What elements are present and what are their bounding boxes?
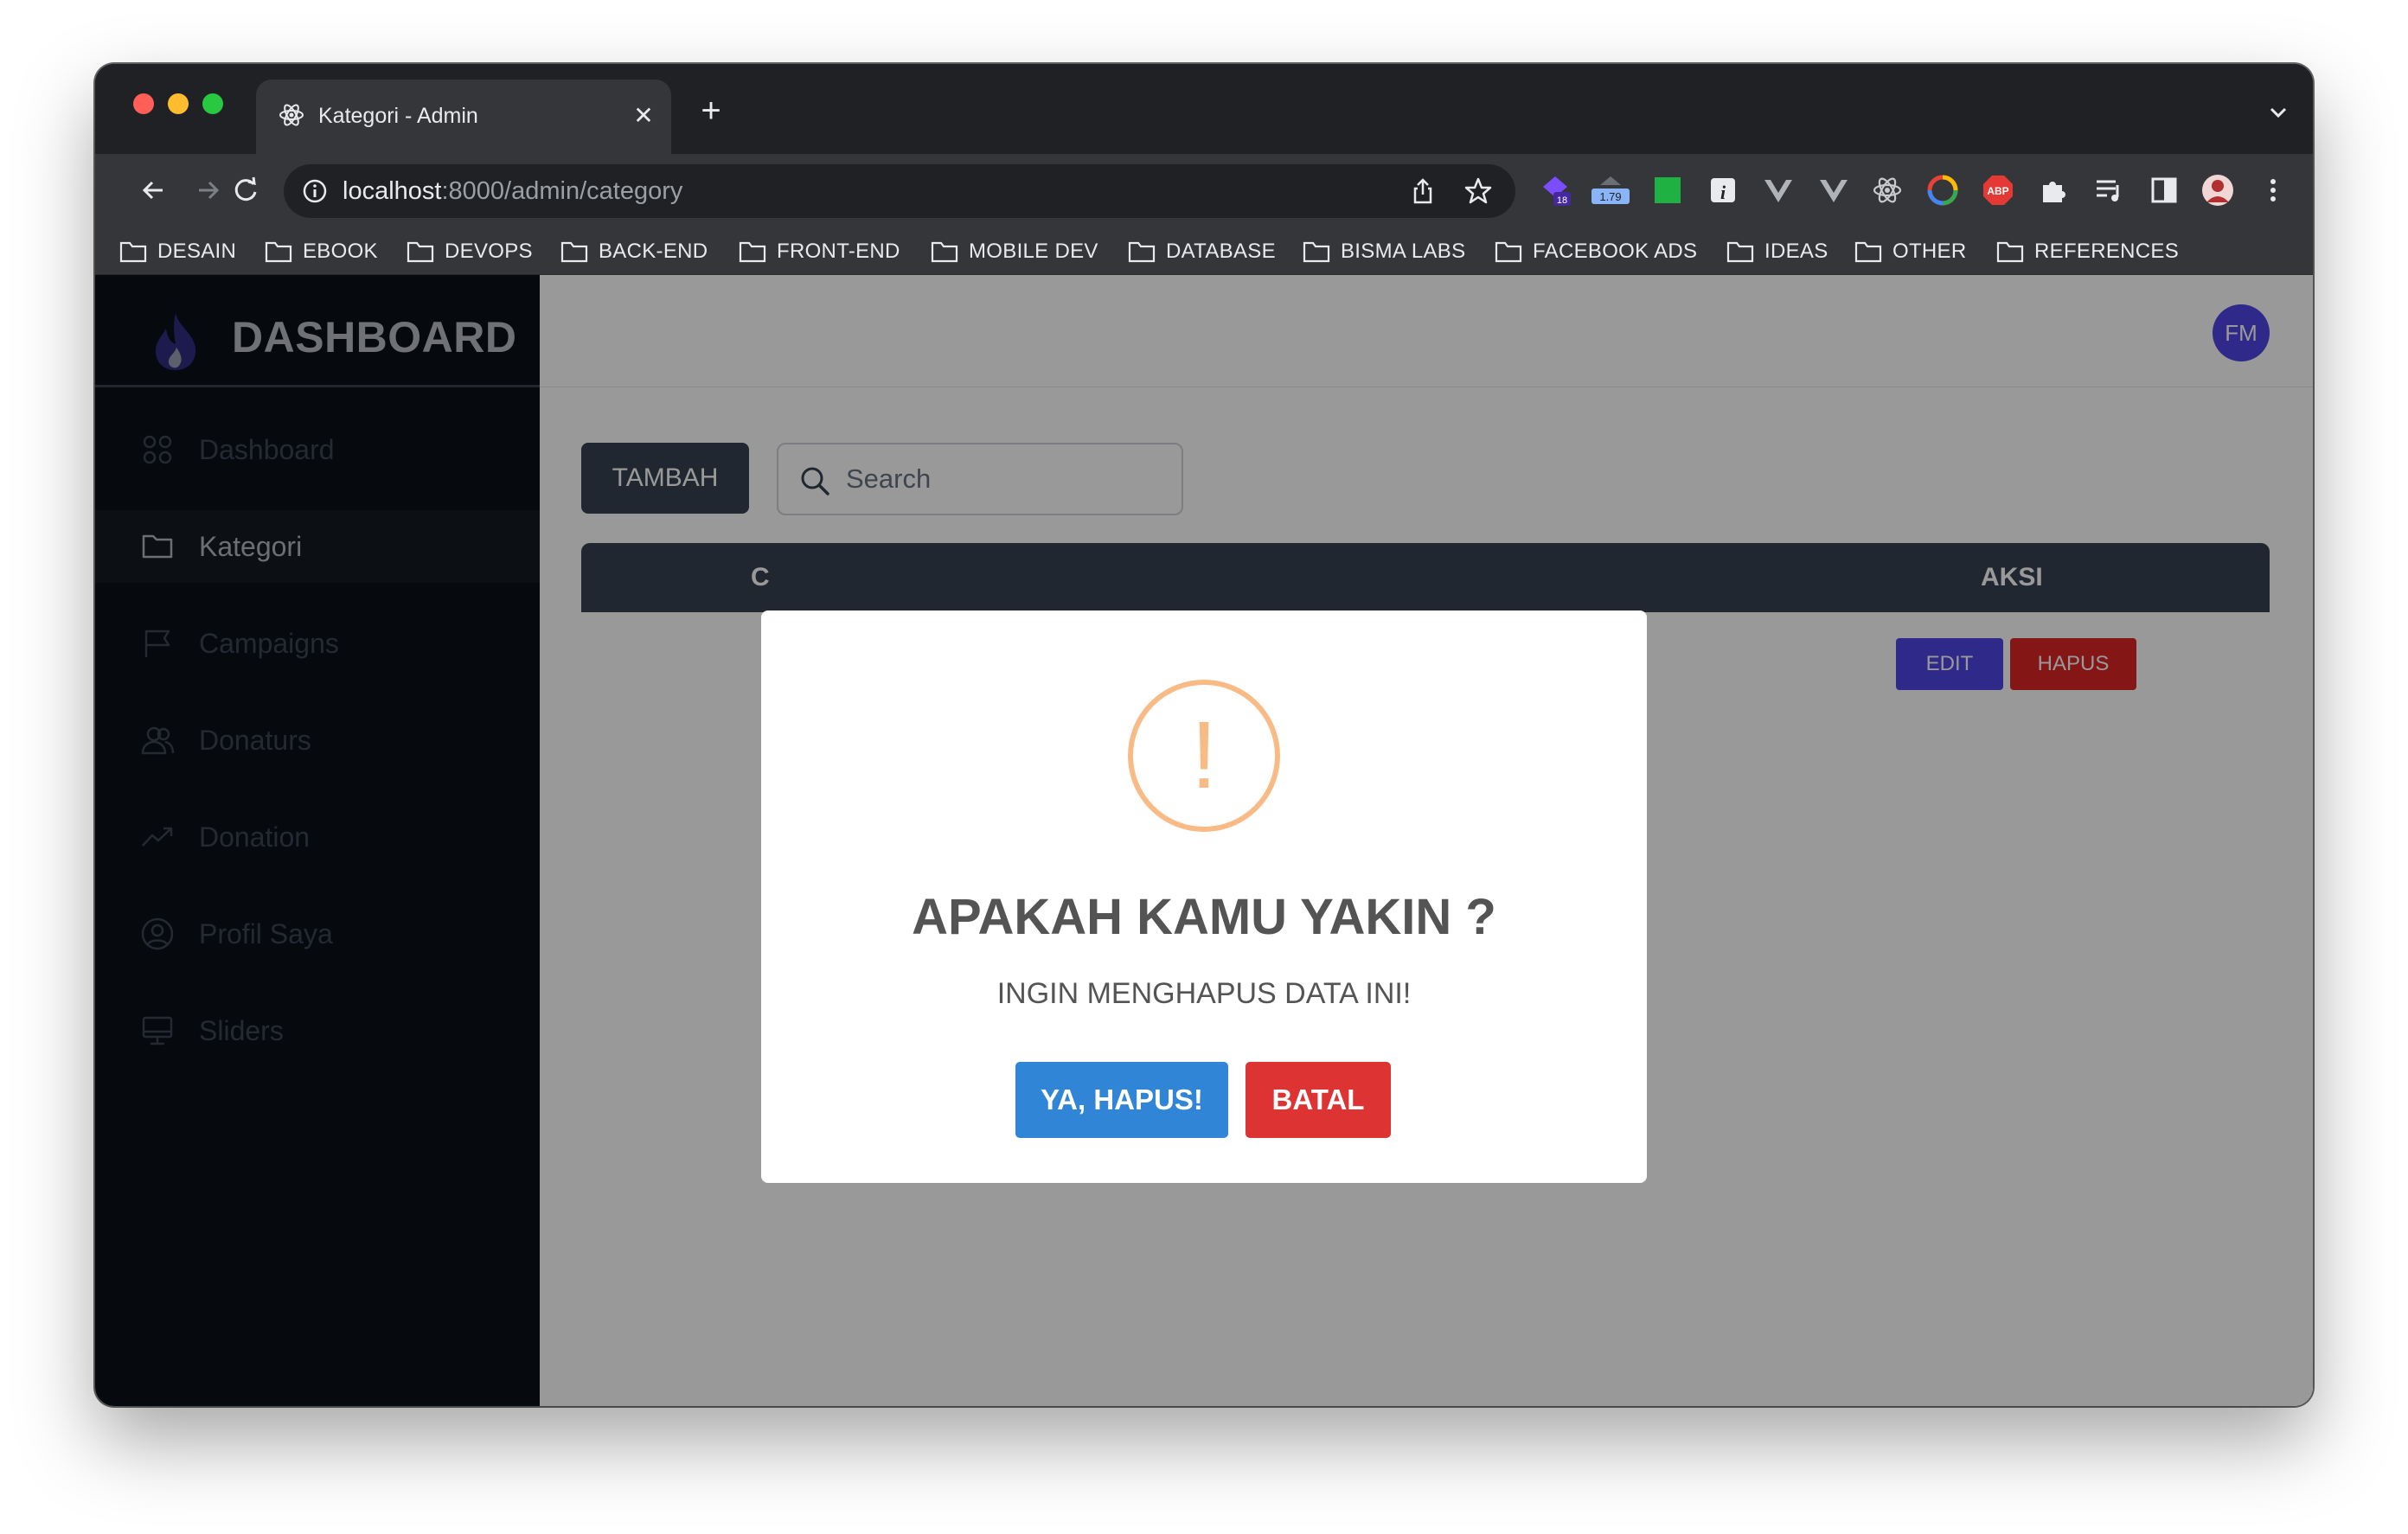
- back-arrow-icon[interactable]: [135, 171, 173, 209]
- bookmark-label: EBOOK: [303, 240, 378, 263]
- bookmark-label: IDEAS: [1764, 240, 1828, 263]
- bookmark-folder[interactable]: OTHER: [1854, 228, 1967, 275]
- folder-icon: [560, 241, 588, 263]
- bookmark-label: DATABASE: [1166, 240, 1276, 263]
- bookmark-label: BISMA LABS: [1341, 240, 1466, 263]
- folder-icon: [1303, 241, 1330, 263]
- tab-search-chevron-icon[interactable]: [2261, 95, 2296, 130]
- folder-icon: [1996, 241, 2024, 263]
- bookmark-folder[interactable]: BACK-END: [560, 228, 708, 275]
- vue-devtools-alt-icon[interactable]: [1816, 173, 1851, 208]
- folder-icon: [407, 241, 434, 263]
- react-favicon-icon: [279, 104, 304, 126]
- bookmark-label: FRONT-END: [777, 240, 900, 263]
- adblock-plus-icon[interactable]: ABP: [1981, 173, 2015, 208]
- web-page: DASHBOARD Dashboard Kategori Campaigns D…: [95, 275, 2313, 1406]
- folder-icon: [1128, 241, 1156, 263]
- bookmark-folder[interactable]: DEVOPS: [407, 228, 533, 275]
- bookmark-label: REFERENCES: [2034, 240, 2180, 263]
- browser-toolbar: localhost:8000/admin/category 18 1.79 i: [95, 154, 2313, 228]
- bookmark-folder[interactable]: FACEBOOK ADS: [1495, 228, 1697, 275]
- bookmark-label: DEVOPS: [445, 240, 533, 263]
- folder-icon: [1495, 241, 1522, 263]
- new-tab-button[interactable]: +: [694, 93, 728, 128]
- confirm-dialog: ! APAKAH KAMU YAKIN ? INGIN MENGHAPUS DA…: [761, 610, 1647, 1183]
- url-text[interactable]: localhost:8000/admin/category: [343, 164, 682, 218]
- cancel-button[interactable]: BATAL: [1246, 1062, 1391, 1138]
- extension-badge-a: 18: [1557, 195, 1567, 206]
- url-path: :8000/admin/category: [441, 177, 683, 205]
- folder-icon: [739, 241, 766, 263]
- address-bar[interactable]: localhost:8000/admin/category: [284, 164, 1515, 218]
- vue-devtools-icon[interactable]: [1761, 173, 1796, 208]
- bookmark-label: MOBILE DEV: [969, 240, 1098, 263]
- bookmark-label: BACK-END: [599, 240, 708, 263]
- bookmark-label: OTHER: [1892, 240, 1967, 263]
- browser-menu-icon[interactable]: [2256, 173, 2290, 208]
- dialog-message: INGIN MENGHAPUS DATA INI!: [996, 977, 1412, 1010]
- extension-price-icon[interactable]: 1.79: [1590, 173, 1631, 208]
- abp-label: ABP: [1987, 185, 2008, 197]
- side-panel-icon[interactable]: [2147, 173, 2181, 208]
- extension-green-icon[interactable]: [1650, 173, 1685, 208]
- dialog-title: APAKAH KAMU YAKIN ?: [912, 889, 1496, 945]
- react-devtools-icon[interactable]: [1870, 173, 1905, 208]
- bookmark-folder[interactable]: MOBILE DEV: [931, 228, 1098, 275]
- bookmark-label: FACEBOOK ADS: [1533, 240, 1698, 263]
- tab-close-icon[interactable]: ✕: [626, 99, 661, 133]
- browser-window: Kategori - Admin ✕ + localhost:8000/admi…: [95, 64, 2313, 1406]
- extensions-puzzle-icon[interactable]: [2036, 173, 2071, 208]
- svg-text:i: i: [1720, 182, 1726, 203]
- browser-tab[interactable]: Kategori - Admin ✕: [256, 80, 671, 154]
- minimize-window-button[interactable]: [168, 93, 189, 114]
- extension-purple-icon[interactable]: 18: [1538, 173, 1572, 208]
- bookmark-folder[interactable]: BISMA LABS: [1303, 228, 1465, 275]
- extension-info-icon[interactable]: i: [1706, 173, 1740, 208]
- folder-icon: [119, 241, 147, 263]
- folder-icon: [1854, 241, 1882, 263]
- reload-icon[interactable]: [227, 171, 265, 209]
- media-queue-icon[interactable]: [2091, 173, 2126, 208]
- folder-icon: [931, 241, 958, 263]
- bookmark-star-icon[interactable]: [1463, 176, 1493, 206]
- color-picker-icon[interactable]: [1925, 173, 1960, 208]
- bookmark-folder[interactable]: DATABASE: [1128, 228, 1276, 275]
- bookmark-folder[interactable]: EBOOK: [265, 228, 378, 275]
- confirm-delete-button[interactable]: YA, HAPUS!: [1015, 1062, 1228, 1138]
- extension-badge-b: 1.79: [1599, 190, 1621, 203]
- site-info-icon[interactable]: [301, 177, 329, 205]
- maximize-window-button[interactable]: [202, 93, 223, 114]
- folder-icon: [265, 241, 292, 263]
- forward-arrow-icon[interactable]: [189, 171, 227, 209]
- bookmark-label: DESAIN: [157, 240, 237, 263]
- bookmarks-bar: DESAIN EBOOK DEVOPS BACK-END FRONT-END M…: [95, 228, 2313, 275]
- share-icon[interactable]: [1408, 176, 1438, 206]
- bookmark-folder[interactable]: IDEAS: [1726, 228, 1828, 275]
- profile-avatar-icon[interactable]: [2200, 173, 2235, 208]
- bookmark-folder[interactable]: REFERENCES: [1996, 228, 2179, 275]
- tab-title: Kategori - Admin: [318, 104, 478, 128]
- tab-strip: Kategori - Admin ✕ +: [95, 64, 2313, 154]
- warning-icon: !: [1128, 680, 1280, 832]
- folder-icon: [1726, 241, 1754, 263]
- bookmark-folder[interactable]: FRONT-END: [739, 228, 900, 275]
- bookmark-folder[interactable]: DESAIN: [119, 228, 236, 275]
- close-window-button[interactable]: [133, 93, 154, 114]
- url-host: localhost: [343, 177, 442, 205]
